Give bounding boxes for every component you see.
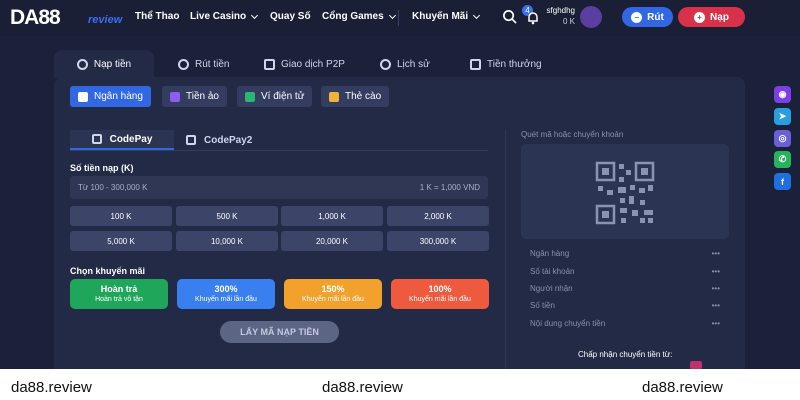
quick-amount[interactable]: 5,000 K — [70, 231, 172, 251]
crypto-icon — [170, 91, 180, 102]
quick-amount[interactable]: 300,000 K — [387, 231, 489, 251]
minus-icon: − — [631, 11, 643, 23]
users-icon — [264, 58, 275, 70]
promo-label: Chọn khuyến mãi — [70, 266, 146, 276]
promo-300[interactable]: 300% Khuyến mãi lần đầu — [177, 279, 275, 309]
search-icon[interactable] — [502, 9, 517, 24]
promo-150[interactable]: 150% Khuyến mãi lần đầu — [284, 279, 382, 309]
amount-input[interactable]: Từ 100 - 300,000 K 1 K = 1,000 VND — [70, 176, 488, 199]
messenger-icon[interactable]: ◉ — [774, 86, 791, 103]
withdraw-button[interactable]: − Rút — [622, 7, 673, 27]
info-nguoi-nhan: Người nhận ••• — [530, 284, 720, 293]
amount-label: Số tiền nạp (K) — [70, 163, 134, 173]
method-tien-ao[interactable]: Tiền ảo — [162, 86, 227, 107]
viber-icon[interactable]: ◎ — [774, 130, 791, 147]
tab-giao-dich-p2p[interactable]: Giao dịch P2P — [264, 50, 345, 78]
method-ngan-hang[interactable]: Ngân hàng — [70, 86, 151, 107]
column-divider — [505, 130, 506, 370]
exchange-rate: 1 K = 1,000 VND — [419, 183, 480, 192]
nav-divider — [398, 10, 399, 26]
nav-the-thao[interactable]: Thể Thao — [135, 11, 179, 22]
bank-logo — [600, 361, 628, 369]
quick-amount[interactable]: 10,000 K — [176, 231, 278, 251]
telegram-icon[interactable]: ➤ — [774, 108, 791, 125]
quick-amount[interactable]: 1,000 K — [281, 206, 383, 226]
facebook-icon[interactable]: f — [774, 173, 791, 190]
subtab-divider — [70, 150, 488, 151]
gift-icon — [470, 58, 481, 70]
subtab-codepay2[interactable]: CodePay2 — [186, 130, 252, 150]
info-so-tai-khoan: Số tài khoản ••• — [530, 267, 720, 276]
nav-cong-games[interactable]: Cổng Games — [322, 11, 396, 22]
tab-lich-su[interactable]: Lịch sử — [380, 50, 430, 78]
deposit-icon — [76, 58, 88, 70]
quick-amount[interactable]: 500 K — [176, 206, 278, 226]
subtab-codepay[interactable]: CodePay — [70, 130, 174, 150]
clock-icon — [380, 58, 391, 70]
bank-logo — [648, 361, 673, 369]
chevron-down-icon — [388, 11, 396, 19]
top-navbar: DA88 review Thể Thao Live Casino Quay Số… — [0, 0, 800, 36]
chevron-down-icon — [473, 11, 481, 19]
bank-logo — [690, 361, 702, 369]
user-info[interactable]: sfghdhg 0 K — [540, 6, 575, 26]
accepted-banks-label: Chấp nhận chuyển tiền từ: — [578, 350, 673, 359]
watermark-text: da88.review — [322, 379, 403, 396]
amount-placeholder: Từ 100 - 300,000 K — [78, 183, 148, 192]
withdraw-icon — [178, 58, 189, 70]
bank-logo — [550, 361, 580, 369]
wallet-icon — [245, 91, 255, 102]
watermark-text: da88.review — [642, 379, 723, 396]
info-so-tien: Số tiền ••• — [530, 301, 720, 310]
quick-amount[interactable]: 2,000 K — [387, 206, 489, 226]
logo-subtitle: review — [88, 14, 123, 26]
qr-icon — [91, 134, 102, 144]
bell-icon[interactable] — [526, 11, 540, 25]
info-noi-dung: Nội dung chuyển tiền ••• — [530, 319, 720, 328]
quick-amount[interactable]: 20,000 K — [281, 231, 383, 251]
qr-title: Quét mã hoặc chuyển khoản — [521, 130, 624, 139]
get-code-button[interactable]: LẤY MÃ NẠP TIỀN — [220, 321, 339, 343]
tab-rut-tien[interactable]: Rút tiền — [178, 50, 229, 78]
site-logo[interactable]: DA88 — [10, 6, 61, 30]
deposit-button[interactable]: + Nạp — [678, 7, 745, 27]
username: sfghdhg — [546, 6, 575, 15]
balance: 0 K — [562, 17, 575, 26]
promo-100[interactable]: 100% Khuyến mãi lần đầu — [391, 279, 489, 309]
promo-hoan-tra[interactable]: Hoàn trả Hoàn trả vô tận — [70, 279, 168, 309]
nav-quay-so[interactable]: Quay Số — [270, 11, 311, 22]
bank-icon — [78, 91, 88, 102]
card-icon — [329, 91, 339, 102]
quick-amount[interactable]: 100 K — [70, 206, 172, 226]
info-ngan-hang: Ngân hàng ••• — [530, 249, 720, 258]
tab-tien-thuong[interactable]: Tiền thưởng — [470, 50, 542, 78]
watermark-text: da88.review — [11, 379, 92, 396]
plus-icon: + — [694, 11, 706, 23]
method-the-cao[interactable]: Thẻ cào — [321, 86, 390, 107]
tab-nap-tien[interactable]: Nạp tiền — [54, 50, 154, 78]
chevron-down-icon — [251, 11, 259, 19]
qr-icon — [186, 135, 196, 145]
nav-khuyen-mai[interactable]: Khuyến Mãi — [412, 11, 481, 22]
method-vi-dien-tu[interactable]: Ví điện tử — [237, 86, 313, 107]
avatar[interactable] — [580, 6, 602, 28]
phone-icon[interactable]: ✆ — [774, 151, 791, 168]
qr-code-icon — [595, 161, 655, 225]
nav-live-casino[interactable]: Live Casino — [190, 11, 259, 22]
